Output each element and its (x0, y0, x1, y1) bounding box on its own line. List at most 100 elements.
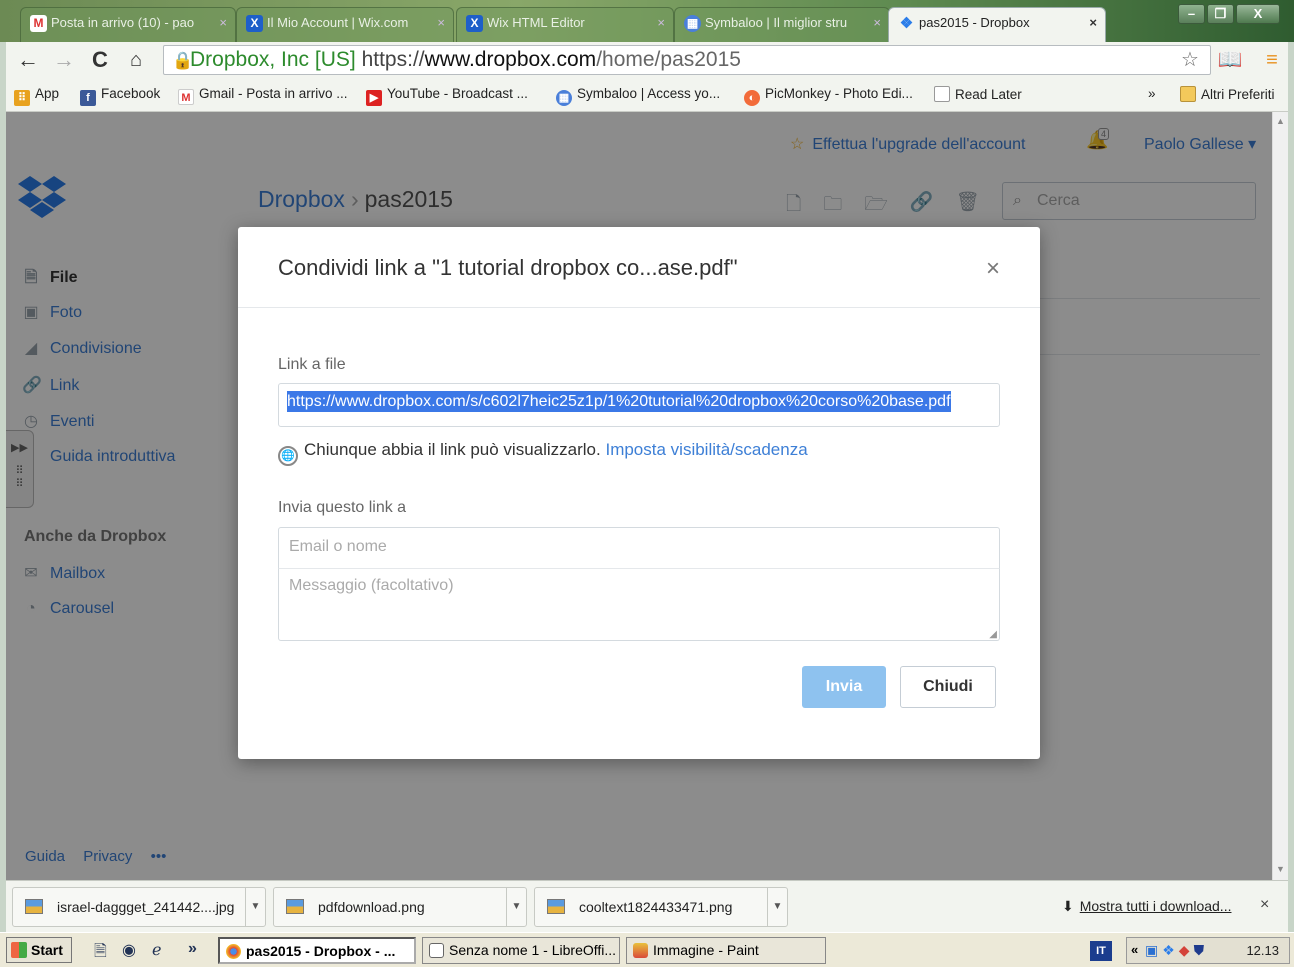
task-label: Immagine - Paint (653, 942, 759, 958)
download-item[interactable]: israel-daggget_241442....jpg ▼ (12, 887, 266, 927)
bookmarks-bar: ⠿ App f Facebook M Gmail - Posta in arrivo … (6, 78, 1288, 112)
network-icon[interactable]: ▣ (1145, 942, 1158, 959)
chrome-icon[interactable]: ◉ (122, 940, 136, 960)
scroll-up-icon[interactable]: ▲ (1276, 116, 1285, 126)
chevron-down-icon[interactable]: ▼ (245, 888, 265, 926)
email-field[interactable]: Email o nome (278, 527, 1000, 569)
tab-close-icon[interactable]: × (1089, 8, 1097, 38)
bookmark-label: Read Later (955, 87, 1022, 102)
close-icon[interactable]: × (986, 257, 1000, 281)
bookmark-label: YouTube - Broadcast ... (387, 86, 528, 101)
wix-icon: X (246, 15, 263, 32)
page-scrollbar[interactable]: ▲ ▼ (1272, 112, 1288, 880)
menu-icon[interactable]: ≡ (1258, 46, 1286, 74)
chevron-down-icon[interactable]: ▼ (506, 888, 526, 926)
picmonkey-icon: ◐ (744, 90, 760, 106)
bookmark-apps[interactable]: ⠿ App (14, 86, 59, 106)
facebook-icon: f (80, 90, 96, 106)
bookmark-star-icon[interactable]: ☆ (1176, 46, 1204, 74)
tab-close-icon[interactable]: × (437, 8, 445, 38)
minimize-button[interactable]: – (1178, 4, 1205, 24)
tab-dropbox[interactable]: ❖ pas2015 - Dropbox × (888, 7, 1106, 42)
link-field[interactable]: https://www.dropbox.com/s/c602l7heic25z1… (278, 383, 1000, 427)
chevron-down-icon[interactable]: ▼ (767, 888, 787, 926)
link-value: https://www.dropbox.com/s/c602l7heic25z1… (287, 391, 951, 412)
start-button[interactable]: Start (6, 937, 72, 963)
download-item[interactable]: pdfdownload.png ▼ (273, 887, 527, 927)
message-field[interactable]: Messaggio (facoltativo) ◢ (278, 568, 1000, 641)
bookmark-symbaloo[interactable]: ▦ Symbaloo | Access yo... (556, 86, 720, 106)
reader-icon[interactable]: 📖 (1216, 46, 1244, 74)
url-scheme: https:// (361, 48, 425, 71)
url-path: /home/pas2015 (596, 48, 741, 71)
address-bar[interactable]: 🔒 Dropbox, Inc [US] https://www.dropbox.… (163, 45, 1211, 75)
quicklaunch-overflow-button[interactable]: » (188, 940, 197, 958)
wix-icon: X (466, 15, 483, 32)
download-name: cooltext1824433471.png (579, 899, 733, 915)
task-chrome[interactable]: pas2015 - Dropbox - ... (218, 937, 416, 964)
download-name: israel-daggget_241442....jpg (57, 899, 235, 915)
libreoffice-icon[interactable]: 🗎 (94, 940, 107, 967)
shield-icon[interactable]: ⛊ (1194, 942, 1205, 959)
bookmark-label: Symbaloo | Access yo... (577, 86, 721, 101)
bookmark-picmonkey[interactable]: ◐ PicMonkey - Photo Edi... (744, 86, 913, 106)
tab-wix-editor[interactable]: X Wix HTML Editor × (456, 7, 674, 42)
document-icon (429, 943, 444, 958)
forward-icon[interactable]: → (50, 46, 78, 74)
task-label: Senza nome 1 - LibreOffi... (449, 942, 617, 958)
internet-explorer-icon[interactable]: ℯ (152, 940, 161, 960)
reload-icon[interactable]: C (86, 46, 114, 74)
visibility-settings-link[interactable]: Imposta visibilità/scadenza (605, 440, 807, 459)
back-icon[interactable]: ← (14, 46, 42, 74)
bookmark-read-later[interactable]: Read Later (934, 86, 1022, 102)
home-icon[interactable]: ⌂ (122, 46, 150, 74)
download-item[interactable]: cooltext1824433471.png ▼ (534, 887, 788, 927)
symbaloo-icon: ▦ (684, 15, 701, 32)
download-shelf: israel-daggget_241442....jpg ▼ pdfdownlo… (6, 880, 1288, 932)
resize-handle-icon[interactable]: ◢ (989, 629, 997, 640)
tab-symbaloo[interactable]: ▦ Symbaloo | Il miglior stru × (674, 7, 890, 42)
security-icon[interactable]: ◆ (1179, 942, 1190, 959)
bookmark-label: App (35, 86, 60, 101)
scroll-down-icon[interactable]: ▼ (1276, 864, 1285, 874)
tab-title: Il Mio Account | Wix.com (267, 15, 409, 30)
send-button[interactable]: Invia (802, 666, 886, 708)
tab-close-icon[interactable]: × (873, 8, 881, 38)
image-file-icon (547, 899, 565, 914)
maximize-button[interactable]: ❐ (1207, 4, 1234, 24)
secure-label: Dropbox, Inc [US] (190, 48, 356, 71)
download-name: pdfdownload.png (318, 899, 425, 915)
tab-gmail[interactable]: M Posta in arrivo (10) - pao × (20, 7, 236, 42)
bookmark-label: PicMonkey - Photo Edi... (765, 86, 913, 101)
close-button[interactable]: Chiudi (900, 666, 996, 708)
tab-wix-account[interactable]: X Il Mio Account | Wix.com × (236, 7, 454, 42)
dialog-divider (238, 307, 1040, 308)
gmail-icon: M (30, 15, 47, 32)
send-to-label: Invia questo link a (278, 499, 407, 516)
show-all-label: Mostra tutti i download... (1079, 898, 1232, 914)
symbaloo-icon: ▦ (556, 90, 572, 106)
window-controls: – ❐ X (1178, 4, 1280, 24)
tab-close-icon[interactable]: × (657, 8, 665, 38)
start-label: Start (31, 942, 63, 958)
bookmarks-overflow-button[interactable]: » (1148, 86, 1156, 101)
language-indicator[interactable]: IT (1090, 941, 1112, 961)
other-bookmarks[interactable]: Altri Preferiti (1180, 86, 1275, 102)
task-libreoffice[interactable]: Senza nome 1 - LibreOffi... (422, 937, 620, 964)
dropbox-icon[interactable]: ❖ (1162, 942, 1175, 959)
bookmark-youtube[interactable]: ▶ YouTube - Broadcast ... (366, 86, 528, 106)
task-label: pas2015 - Dropbox - ... (246, 943, 396, 959)
url-host: www.dropbox.com (424, 48, 597, 71)
close-window-button[interactable]: X (1236, 4, 1280, 24)
bookmark-gmail[interactable]: M Gmail - Posta in arrivo ... (178, 86, 348, 105)
dropbox-icon: ❖ (899, 15, 914, 32)
bookmark-facebook[interactable]: f Facebook (80, 86, 160, 106)
task-paint[interactable]: Immagine - Paint (626, 937, 826, 964)
email-placeholder: Email o nome (289, 538, 387, 555)
close-shelf-icon[interactable]: × (1260, 896, 1269, 914)
browser-titlebar: M Posta in arrivo (10) - pao × X Il Mio … (0, 0, 1294, 42)
tray-expand-button[interactable]: « (1131, 942, 1138, 957)
show-all-downloads-link[interactable]: ⬇ Mostra tutti i download... (1062, 898, 1231, 915)
globe-icon: 🌐 (278, 446, 298, 466)
tab-close-icon[interactable]: × (219, 8, 227, 38)
